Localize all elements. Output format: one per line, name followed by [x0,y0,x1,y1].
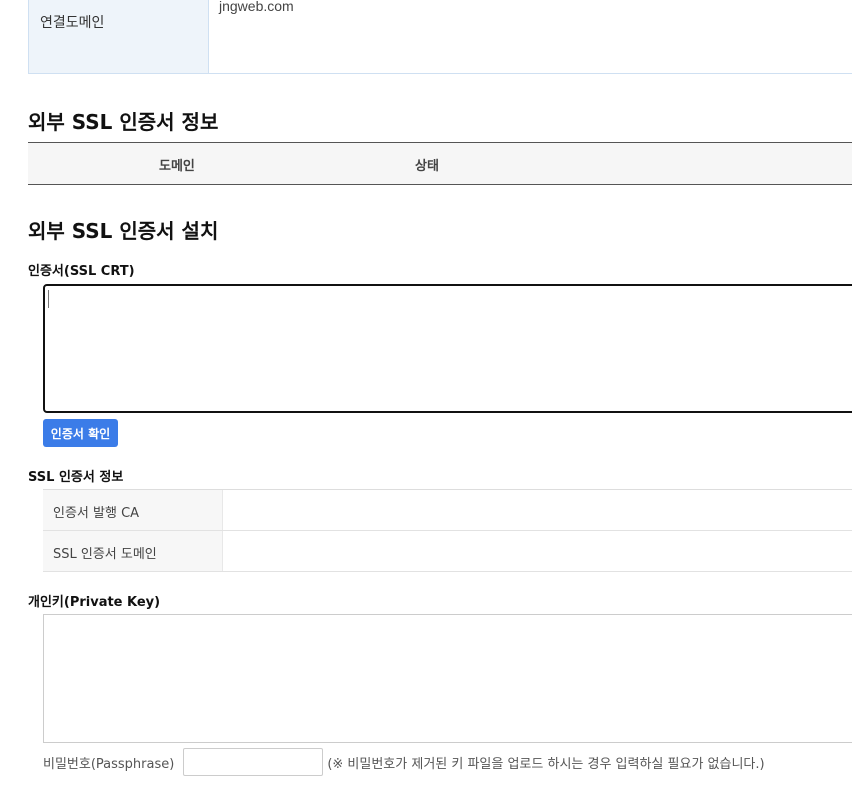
cert-domain-label: SSL 인증서 도메인 [43,531,223,571]
passphrase-label: 비밀번호(Passphrase) [43,756,175,772]
cert-issuer-value [223,490,852,530]
passphrase-row: 비밀번호(Passphrase) (※ 비밀번호가 제거된 키 파일을 업로드 … [43,748,765,776]
cert-domain-value [223,531,852,571]
check-certificate-button[interactable]: 인증서 확인 [43,419,118,447]
private-key-label: 개인키(Private Key) [28,595,161,610]
table-row: 인증서 발행 CA [43,490,852,531]
text-caret [48,290,49,308]
crt-label: 인증서(SSL CRT) [28,264,135,279]
connected-domain-table: 연결도메인 jngweb.com [28,0,852,74]
connected-domain-label-text: 연결도메인 [40,15,105,31]
connected-domain-label: 연결도메인 [29,0,209,73]
ssl-settings-page: 연결도메인 jngweb.com 외부 SSL 인증서 정보 도메인 상태 외부… [0,0,852,790]
table-row: SSL 인증서 도메인 [43,531,852,572]
ssl-info-title: 외부 SSL 인증서 정보 [28,110,219,134]
passphrase-note: (※ 비밀번호가 제거된 키 파일을 업로드 하시는 경우 입력하실 필요가 없… [327,756,765,772]
connected-domain-value: jngweb.com [219,0,294,14]
passphrase-input[interactable] [183,748,324,776]
cert-info-title: SSL 인증서 정보 [28,470,124,485]
cert-issuer-label: 인증서 발행 CA [43,490,223,530]
ssl-info-table-header: 도메인 상태 [28,142,852,185]
column-status: 상태 [415,159,439,174]
column-domain: 도메인 [159,159,195,174]
crt-textarea[interactable] [43,284,852,413]
cert-info-table: 인증서 발행 CA SSL 인증서 도메인 [43,489,852,572]
private-key-textarea[interactable] [43,614,852,743]
ssl-install-title: 외부 SSL 인증서 설치 [28,219,219,243]
